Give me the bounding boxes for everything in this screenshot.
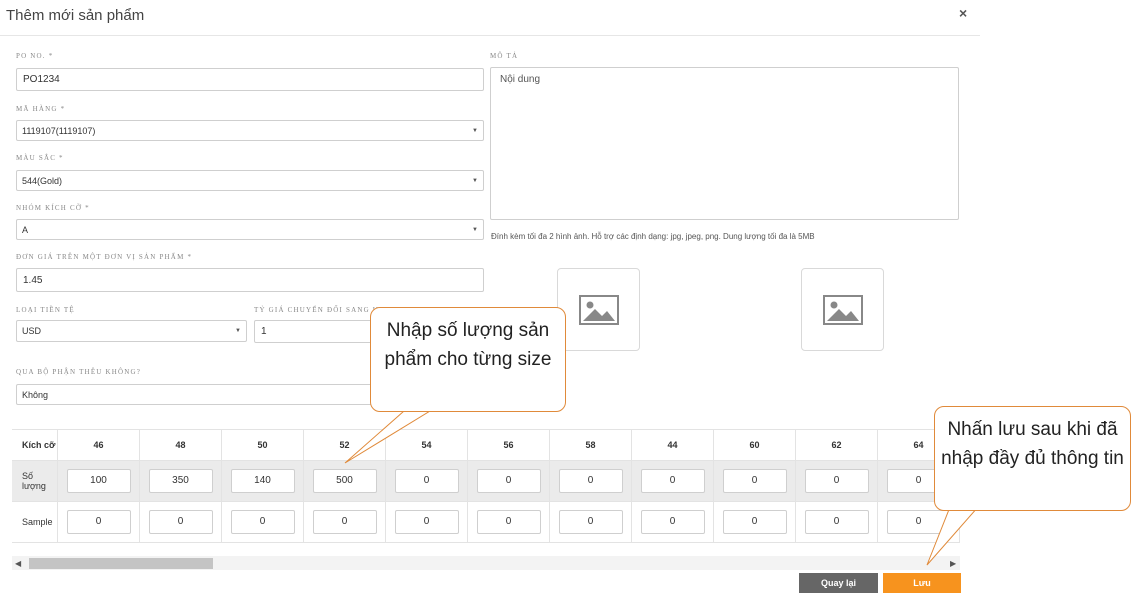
quantity-callout-text: Nhập số lượng sản phẩm cho từng size <box>384 320 552 370</box>
save-callout-text: Nhấn lưu sau khi đã nhập đầy đủ thông ti… <box>941 419 1124 469</box>
qty-callout-pointer <box>344 410 432 464</box>
quantity-callout: Nhập số lượng sản phẩm cho từng size <box>370 307 566 412</box>
save-callout-pointer <box>926 506 980 566</box>
save-callout: Nhấn lưu sau khi đã nhập đầy đủ thông ti… <box>934 406 1131 511</box>
